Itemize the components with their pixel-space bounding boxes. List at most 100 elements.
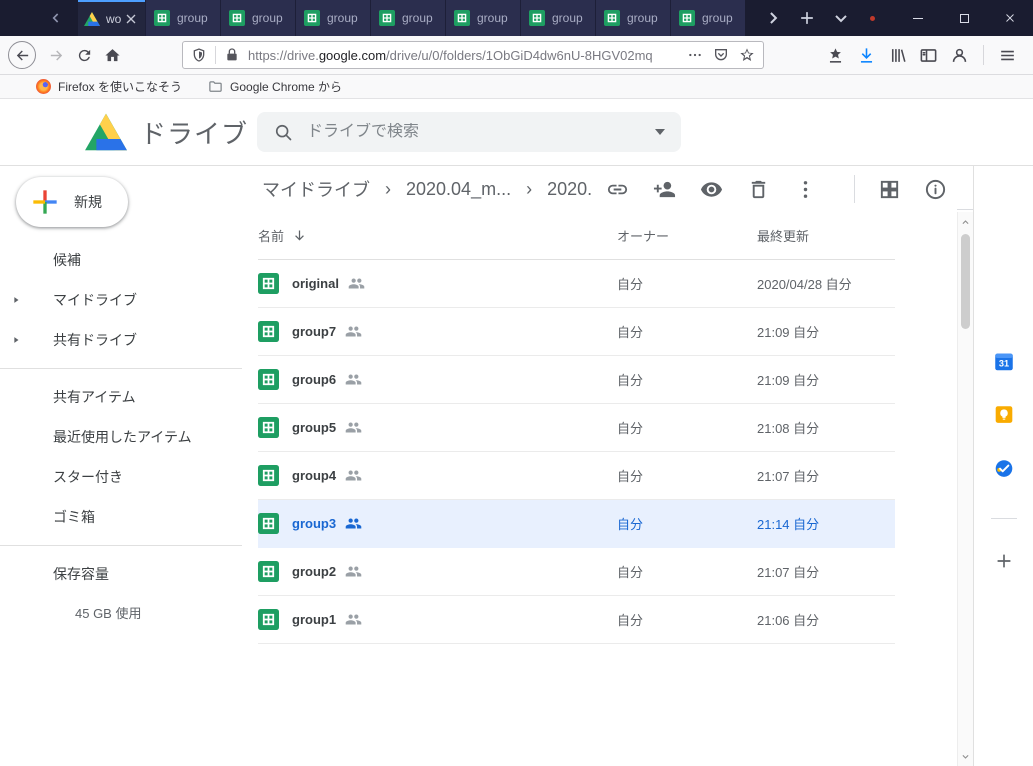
bookmark-star-icon[interactable] xyxy=(739,47,755,63)
file-table: 名前 オーナー 最終更新 original自分2020/04/28 自分grou… xyxy=(258,212,895,644)
sidebar-item-recent[interactable]: 最近使用したアイテム xyxy=(0,417,242,457)
tab-close-icon[interactable] xyxy=(123,11,139,27)
expander-icon[interactable] xyxy=(11,295,21,305)
close-button[interactable] xyxy=(987,0,1033,36)
file-row[interactable]: group6自分21:09 自分 xyxy=(258,356,895,404)
close-icon xyxy=(1004,12,1016,24)
keep-icon[interactable] xyxy=(993,404,1014,425)
back-button[interactable] xyxy=(8,41,36,69)
breadcrumb-item[interactable]: マイドライブ xyxy=(262,176,370,202)
get-link-icon[interactable] xyxy=(606,178,629,201)
menu-icon[interactable] xyxy=(998,46,1017,65)
page-actions-icon[interactable] xyxy=(687,47,703,63)
file-name-cell: group7 xyxy=(258,321,617,342)
scroll-up-icon[interactable] xyxy=(961,218,970,227)
new-button-label: 新規 xyxy=(74,192,102,212)
home-icon xyxy=(104,47,121,64)
column-header-modified[interactable]: 最終更新 xyxy=(757,226,895,245)
file-row[interactable]: group2自分21:07 自分 xyxy=(258,548,895,596)
tab-group-sheet[interactable]: group xyxy=(220,0,295,36)
file-row[interactable]: group3自分21:14 自分 xyxy=(258,500,895,548)
sidebar-item-shared-with-me[interactable]: 共有アイテム xyxy=(0,377,242,417)
tab-active-drive[interactable]: wo xyxy=(78,0,145,36)
scroll-tabs-right-button[interactable] xyxy=(763,8,783,28)
reload-button[interactable] xyxy=(70,41,98,69)
pocket-icon[interactable] xyxy=(713,47,729,63)
sheets-icon xyxy=(258,369,279,390)
add-panel-app-icon[interactable] xyxy=(993,550,1015,572)
tab-group-sheet[interactable]: group xyxy=(670,0,745,36)
file-row[interactable]: original自分2020/04/28 自分 xyxy=(258,260,895,308)
list-all-tabs-button[interactable] xyxy=(831,8,851,28)
url-path: /drive/u/0/folders/1ObGiD4dw6nU-8HGV02mq xyxy=(386,48,653,63)
search-icon[interactable] xyxy=(273,122,293,142)
file-row[interactable]: group4自分21:07 自分 xyxy=(258,452,895,500)
search-input[interactable] xyxy=(307,123,647,141)
calendar-icon[interactable]: 31 xyxy=(993,351,1014,372)
file-name-cell: original xyxy=(258,273,617,294)
sort-descending-icon[interactable] xyxy=(292,228,307,243)
preview-eye-icon[interactable] xyxy=(700,178,723,201)
column-header-owner[interactable]: オーナー xyxy=(617,226,757,245)
file-name: group2 xyxy=(292,564,336,579)
sidebar-toggle-icon[interactable] xyxy=(919,46,938,65)
sidebar-item-shared-drives[interactable]: 共有ドライブ xyxy=(0,320,242,360)
sidebar-item-starred[interactable]: スター付き xyxy=(0,457,242,497)
file-row[interactable]: group7自分21:09 自分 xyxy=(258,308,895,356)
sidebar-item-trash[interactable]: ゴミ箱 xyxy=(0,497,242,537)
tab-group-sheet[interactable]: group xyxy=(145,0,220,36)
url-bar[interactable]: https://drive.google.com/drive/u/0/folde… xyxy=(182,41,764,69)
column-header-name[interactable]: 名前 xyxy=(258,226,284,245)
maximize-button[interactable] xyxy=(941,0,987,36)
forward-button[interactable] xyxy=(42,41,70,69)
share-add-person-icon[interactable] xyxy=(653,178,676,201)
file-row[interactable]: group1自分21:06 自分 xyxy=(258,596,895,644)
breadcrumb-item[interactable]: 2020.04_m... xyxy=(406,179,511,200)
drive-sidebar: 新規 候補マイドライブ共有ドライブ共有アイテム最近使用したアイテムスター付きゴミ… xyxy=(0,166,242,766)
search-box[interactable] xyxy=(257,112,681,152)
file-name-cell: group5 xyxy=(258,417,617,438)
bookmark-item[interactable]: Firefox を使いこなそう xyxy=(36,78,182,95)
more-options-icon[interactable] xyxy=(794,178,817,201)
account-icon[interactable] xyxy=(950,46,969,65)
new-tab-button[interactable] xyxy=(797,8,817,28)
tab-group-sheet[interactable]: group xyxy=(370,0,445,36)
sidebar-item-label: 最近使用したアイテム xyxy=(53,427,192,447)
tab-group-sheet[interactable]: group xyxy=(295,0,370,36)
new-button[interactable]: 新規 xyxy=(16,177,128,227)
sidebar-item-priority[interactable]: 候補 xyxy=(0,240,242,280)
sheets-icon xyxy=(304,10,320,26)
file-row[interactable]: group5自分21:08 自分 xyxy=(258,404,895,452)
sidebar-item-my-drive[interactable]: マイドライブ xyxy=(0,280,242,320)
library-icon[interactable] xyxy=(888,46,907,65)
sheets-icon xyxy=(258,273,279,294)
delete-trash-icon[interactable] xyxy=(747,178,770,201)
scrollbar[interactable] xyxy=(957,212,973,766)
minimize-button[interactable] xyxy=(895,0,941,36)
tab-group-sheet[interactable]: group xyxy=(445,0,520,36)
search-options-dropdown-icon[interactable] xyxy=(655,129,665,135)
drive-logo[interactable]: ドライブ xyxy=(85,113,248,151)
grid-view-icon[interactable] xyxy=(878,178,901,201)
scroll-down-icon[interactable] xyxy=(961,752,970,761)
downloads-icon[interactable] xyxy=(857,46,876,65)
scroll-tabs-left-button[interactable] xyxy=(0,0,78,36)
bookmarks-menu-icon[interactable] xyxy=(826,46,845,65)
tracking-protection-shield-icon[interactable] xyxy=(191,47,207,63)
url-text[interactable]: https://drive.google.com/drive/u/0/folde… xyxy=(248,48,681,63)
scrollbar-thumb[interactable] xyxy=(961,234,970,329)
tab-group-sheet[interactable]: group xyxy=(520,0,595,36)
file-name: group3 xyxy=(292,516,336,531)
breadcrumb-toolbar: マイドライブ›2020.04_m...›2020. xyxy=(242,166,957,212)
home-button[interactable] xyxy=(98,41,126,69)
tab-group-sheet[interactable]: group xyxy=(595,0,670,36)
lock-icon[interactable] xyxy=(224,47,240,63)
tasks-icon[interactable] xyxy=(993,458,1014,479)
bookmark-item[interactable]: Google Chrome から xyxy=(208,78,342,95)
table-header: 名前 オーナー 最終更新 xyxy=(258,212,895,260)
sidebar-item-storage[interactable]: 保存容量 xyxy=(0,554,242,594)
info-icon[interactable] xyxy=(924,178,947,201)
breadcrumb-item[interactable]: 2020. xyxy=(547,179,592,200)
expander-icon[interactable] xyxy=(11,335,21,345)
drive-icon xyxy=(84,11,100,27)
